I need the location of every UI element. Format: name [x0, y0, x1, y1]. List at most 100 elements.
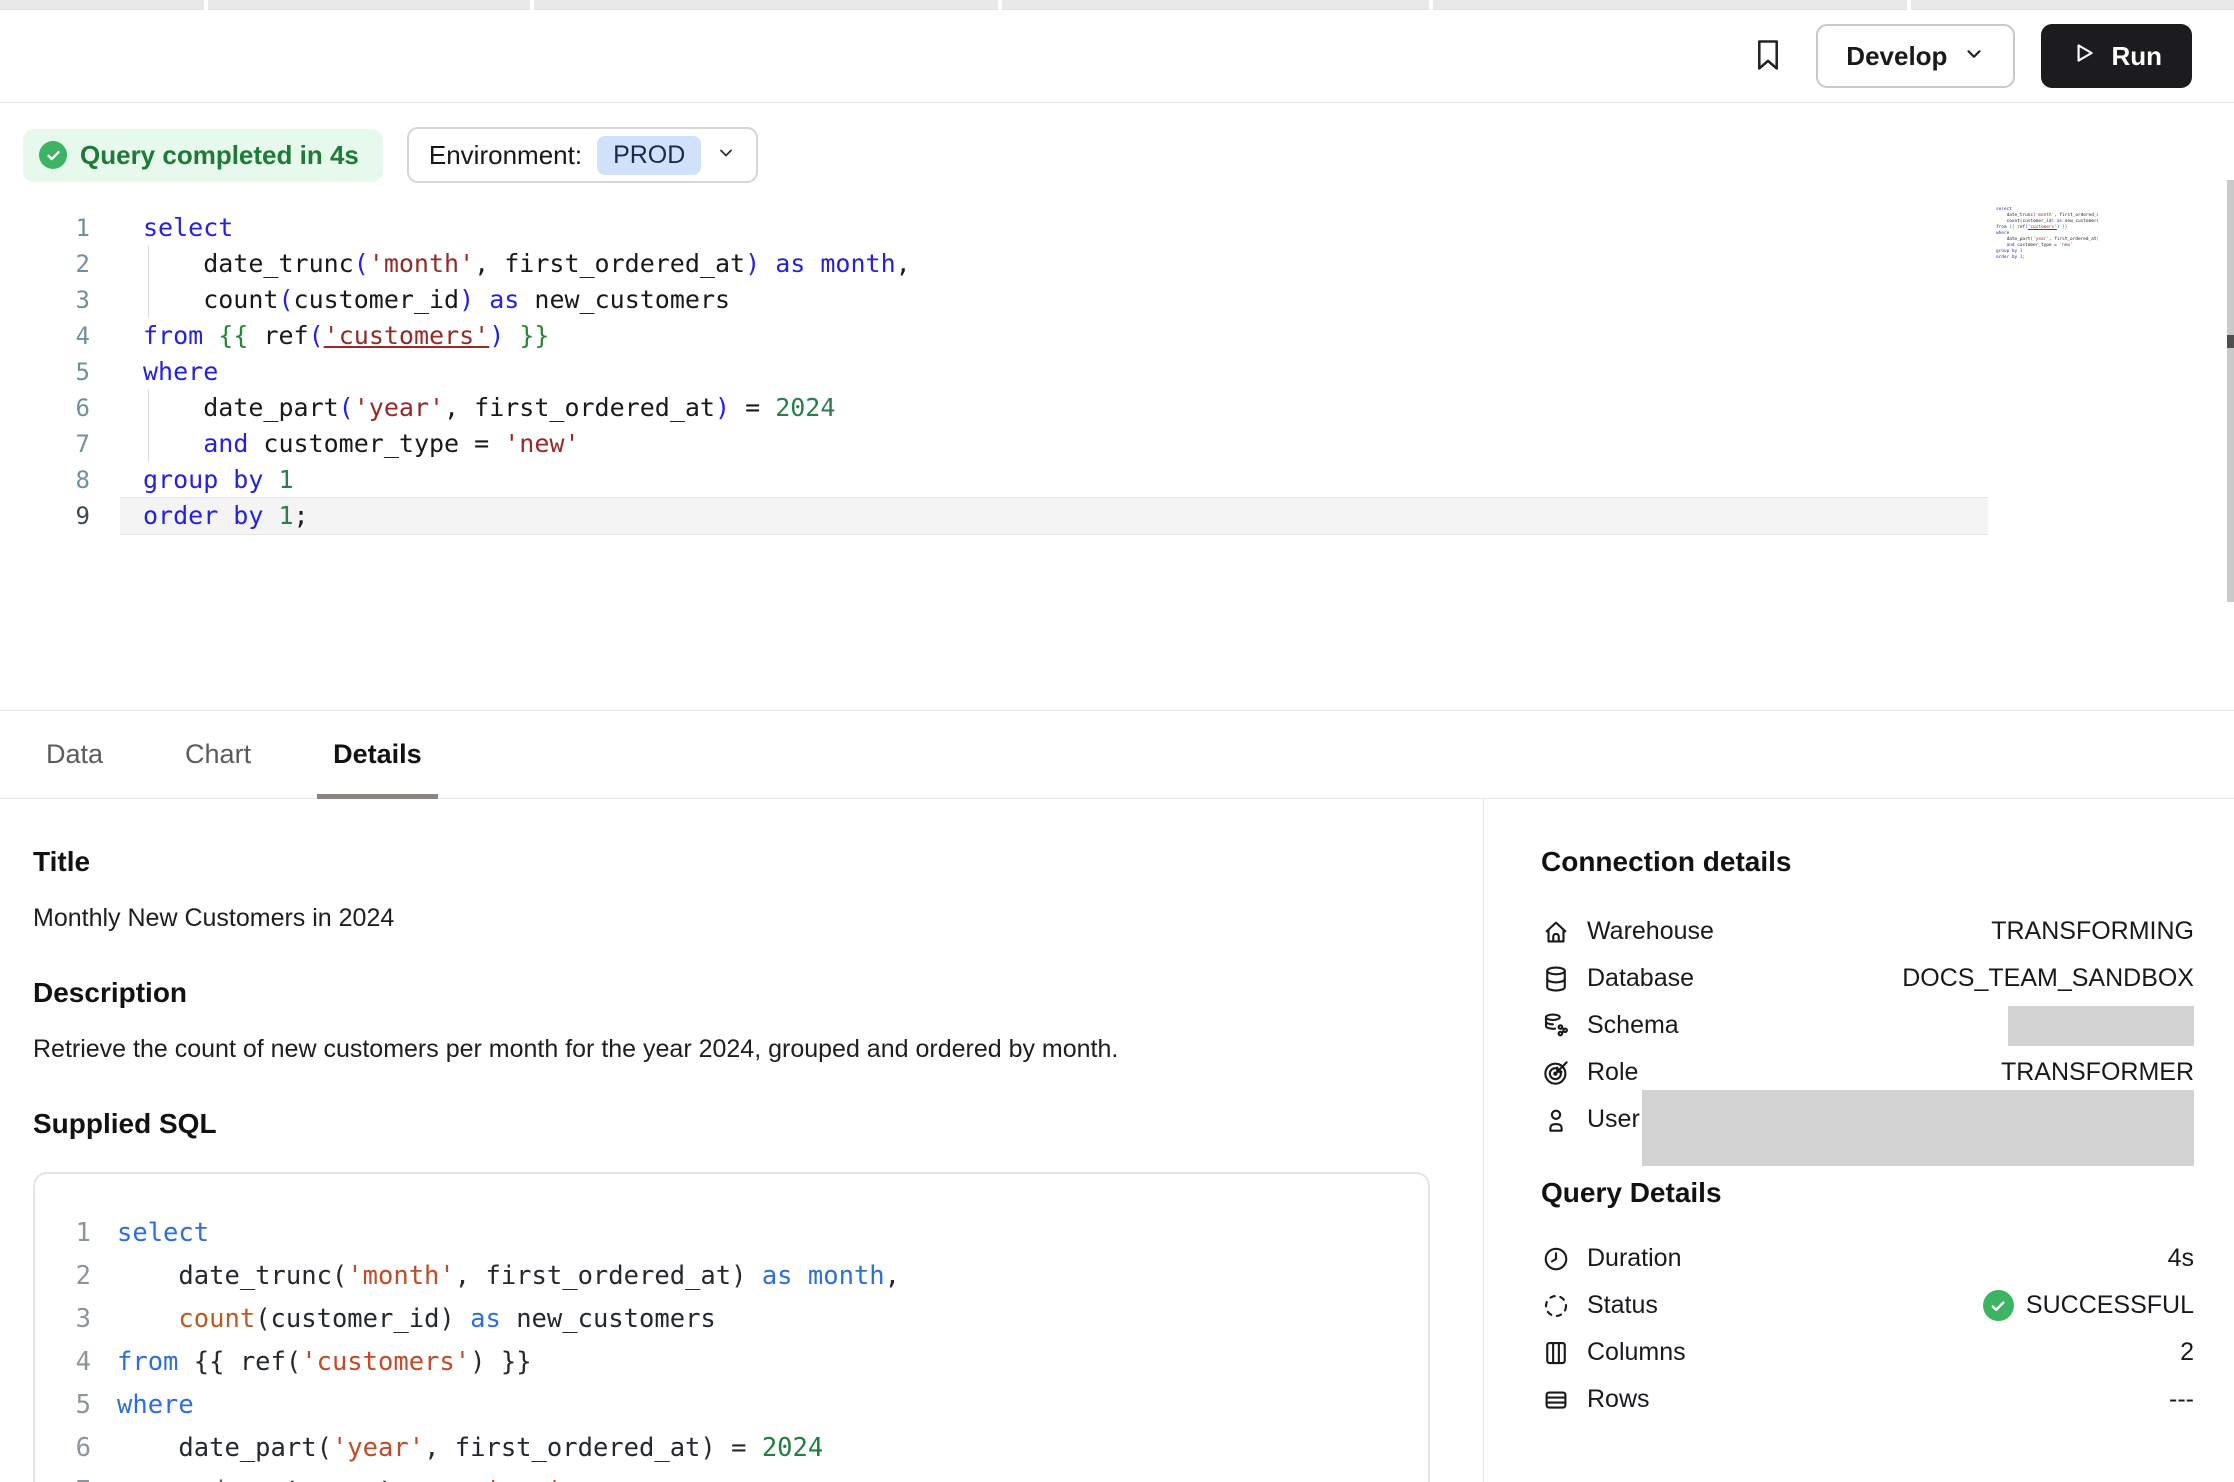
develop-dropdown[interactable]: Develop: [1816, 24, 2015, 88]
code-line-6: 6 date_part('year', first_ordered_at) = …: [65, 1427, 1428, 1470]
code-line-7: 7 and customer_type = 'new': [65, 1470, 1428, 1482]
columns-label: Columns: [1587, 1338, 2180, 1367]
line-number: 1: [65, 1212, 91, 1255]
details-panel: Title Monthly New Customers in 2024 Desc…: [0, 799, 2234, 1482]
schema-row: Schema: [1541, 1002, 2194, 1049]
warehouse-label: Warehouse: [1587, 917, 1991, 946]
code-line-9[interactable]: 9order by 1;: [0, 498, 2234, 534]
user-value: [1642, 1104, 2194, 1136]
code-text: count(customer_id) as new_customers: [120, 282, 1988, 318]
check-circle-icon: [39, 141, 67, 169]
code-line-9: 9order by 1;: [1994, 255, 2098, 261]
success-check-icon: [1983, 1290, 2014, 1321]
user-icon: [1541, 1105, 1571, 1135]
line-number: 8: [0, 462, 120, 498]
line-number: 5: [0, 354, 120, 390]
code-line-8[interactable]: 8group by 1: [0, 462, 2234, 498]
editor-section: Develop Run Query completed in 4s: [0, 10, 2234, 711]
rows-value: ---: [2169, 1385, 2194, 1414]
editor-scrollbar[interactable]: [2227, 180, 2234, 602]
line-number: 6: [65, 1427, 91, 1470]
warehouse-value: TRANSFORMING: [1991, 917, 2194, 946]
query-details-heading: Query Details: [1541, 1177, 2194, 1209]
title-heading: Title: [33, 846, 1431, 878]
schema-value: [2008, 1006, 2194, 1046]
run-label: Run: [2111, 41, 2162, 72]
supplied-sql-block: 1select2 date_trunc('month', first_order…: [33, 1172, 1430, 1482]
description-value: Retrieve the count of new customers per …: [33, 1035, 1431, 1064]
redacted-value: [2008, 1006, 2194, 1046]
code-line-7[interactable]: 7 and customer_type = 'new': [0, 426, 2234, 462]
code-text: where: [120, 354, 1988, 390]
environment-selector[interactable]: Environment: PROD: [407, 127, 758, 183]
code-line-2: 2 date_trunc('month', first_ordered_at) …: [65, 1255, 1428, 1298]
role-label: Role: [1587, 1058, 2001, 1087]
code-line-1[interactable]: 1select: [0, 210, 2234, 246]
top-tab-strip: [0, 0, 2234, 10]
line-number: 4: [0, 318, 120, 354]
line-number: 2: [0, 246, 120, 282]
schema-label: Schema: [1587, 1011, 2008, 1040]
code-line-5[interactable]: 5where: [0, 354, 2234, 390]
status-row: StatusSUCCESSFUL: [1541, 1282, 2194, 1329]
duration-label: Duration: [1587, 1244, 2168, 1273]
develop-label: Develop: [1846, 41, 1947, 72]
bookmark-button[interactable]: [1746, 34, 1790, 78]
code-text: count(customer_id) as new_customers: [117, 1298, 716, 1341]
tab-divider: [530, 0, 534, 10]
user-row: User: [1541, 1096, 2194, 1143]
code-text: date_part('year', first_ordered_at) = 20…: [120, 390, 1988, 426]
status-row: Query completed in 4s Environment: PROD: [23, 127, 2234, 183]
tab-data[interactable]: Data: [30, 711, 119, 798]
line-number: 7: [65, 1470, 91, 1482]
code-text: and customer_type = 'new': [117, 1470, 562, 1482]
code-text: order by 1;: [120, 498, 1988, 534]
code-text: select: [120, 210, 1988, 246]
code-text: group by 1: [120, 462, 1988, 498]
rows-icon: [1541, 1385, 1571, 1415]
duration-value: 4s: [2168, 1244, 2194, 1273]
editor-minimap[interactable]: 1select2 date_trunc('month', first_order…: [1994, 207, 2098, 267]
environment-value-chip: PROD: [597, 136, 701, 175]
line-number: 4: [65, 1341, 91, 1384]
code-text: date_part('year', first_ordered_at) = 20…: [117, 1427, 823, 1470]
rows-label: Rows: [1587, 1385, 2169, 1414]
bookmark-icon: [1749, 34, 1787, 79]
tab-chart[interactable]: Chart: [169, 711, 267, 798]
description-heading: Description: [33, 977, 1431, 1009]
code-line-4: 4 from {{ ref('customers') }}: [65, 1341, 1428, 1384]
app-window: Develop Run Query completed in 4s: [0, 0, 2234, 1482]
environment-label: Environment:: [429, 140, 582, 171]
redacted-value: [1642, 1090, 2194, 1166]
toolbar: Develop Run: [0, 10, 2234, 103]
role-icon: [1541, 1058, 1571, 1088]
code-line-2[interactable]: 2 date_trunc('month', first_ordered_at) …: [0, 246, 2234, 282]
code-line-3[interactable]: 3 count(customer_id) as new_customers: [0, 282, 2234, 318]
database-icon: [1541, 964, 1571, 994]
line-number: 5: [65, 1384, 91, 1427]
code-line-6[interactable]: 6 date_part('year', first_ordered_at) = …: [0, 390, 2234, 426]
line-number: 3: [0, 282, 120, 318]
scrollbar-thumb[interactable]: [2227, 335, 2234, 348]
code-text: date_trunc('month', first_ordered_at) as…: [117, 1255, 900, 1298]
tab-divider: [204, 0, 208, 10]
tab-details[interactable]: Details: [317, 711, 438, 798]
code-line-4[interactable]: 4from {{ ref('customers') }}: [0, 318, 2234, 354]
code-text: from {{ ref('customers') }}: [120, 318, 1988, 354]
code-line-1: 1select: [65, 1212, 1428, 1255]
query-details-rows: Duration4sStatusSUCCESSFULColumns2Rows--…: [1541, 1235, 2194, 1423]
warehouse-icon: [1541, 917, 1571, 947]
query-status-pill: Query completed in 4s: [23, 129, 383, 182]
clock-icon: [1541, 1244, 1571, 1274]
sql-editor[interactable]: 1select2 date_trunc('month', first_order…: [0, 210, 2234, 534]
duration-row: Duration4s: [1541, 1235, 2194, 1282]
code-text: from {{ ref('customers') }}: [117, 1341, 532, 1384]
code-line-3: 3 count(customer_id) as new_customers: [65, 1298, 1428, 1341]
code-text: where: [117, 1384, 194, 1427]
code-text: order by 1;: [1994, 255, 2098, 261]
database-label: Database: [1587, 964, 1902, 993]
play-icon: [2071, 40, 2097, 73]
details-main-column: Title Monthly New Customers in 2024 Desc…: [0, 799, 1483, 1482]
run-button[interactable]: Run: [2041, 24, 2192, 88]
database-row: DatabaseDOCS_TEAM_SANDBOX: [1541, 955, 2194, 1002]
